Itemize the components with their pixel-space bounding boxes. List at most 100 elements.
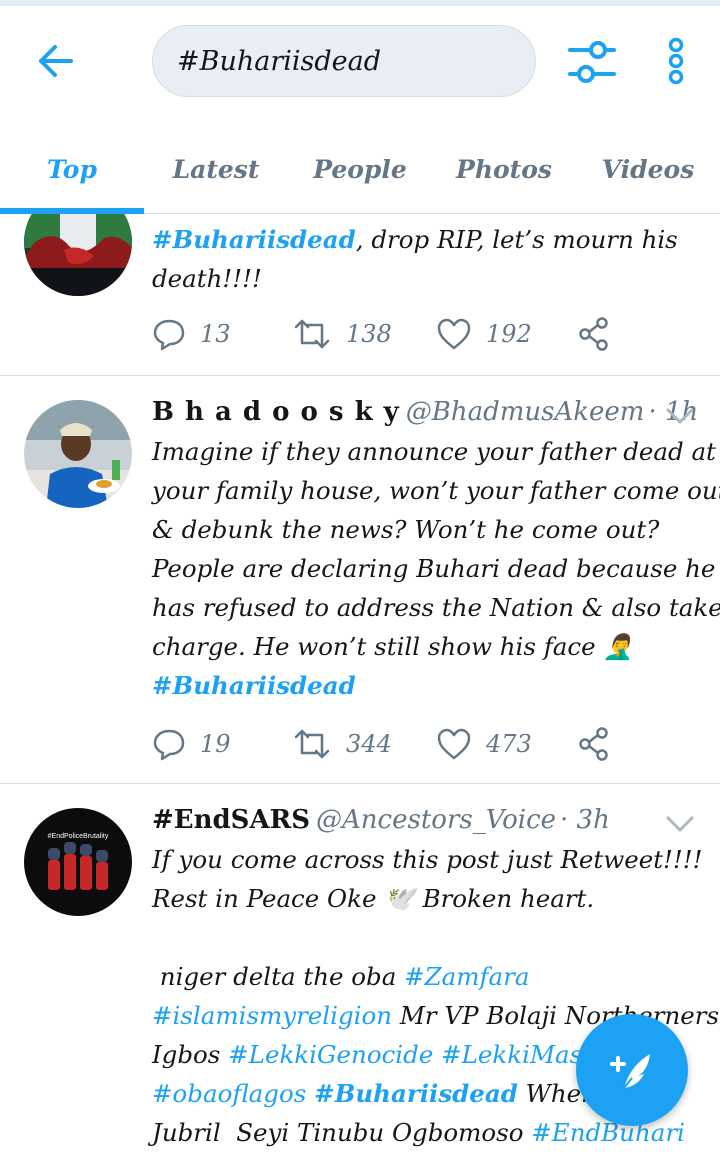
tweet-text-segment: Imagine if they announce your father dea… bbox=[152, 437, 716, 466]
tweet-text-line: People are declaring Buhari dead because… bbox=[152, 549, 715, 588]
tweet-text-line: & debunk the news? Won’t he come out? bbox=[152, 510, 702, 549]
share-icon bbox=[579, 317, 608, 351]
hashtag-link[interactable]: #islamismyreligion bbox=[152, 1001, 392, 1030]
tab-people[interactable]: People bbox=[288, 124, 432, 214]
chevron-down-icon bbox=[666, 408, 694, 424]
compose-tweet-button[interactable] bbox=[576, 1014, 688, 1126]
tab-top[interactable]: Top bbox=[0, 124, 144, 214]
reply-button[interactable]: 13 bbox=[152, 312, 231, 356]
tweet-text-segment bbox=[433, 1040, 441, 1069]
tweet-text-segment: your family house, won’t your father com… bbox=[152, 476, 720, 505]
tweet-actions: 13 138 192 bbox=[152, 312, 622, 356]
tweet-menu-button[interactable] bbox=[664, 812, 696, 836]
tweet-text-line: niger delta the oba #Zamfara bbox=[152, 957, 702, 996]
avatar-caption: #EndPoliceBrutality bbox=[48, 833, 109, 840]
avatar[interactable] bbox=[24, 400, 132, 508]
hashtag-link[interactable]: #Buhariisdead bbox=[152, 225, 356, 254]
retweet-count: 344 bbox=[346, 730, 392, 758]
tweet-time: · 3h bbox=[560, 805, 610, 835]
search-filter-button[interactable] bbox=[566, 38, 618, 86]
tweet-text-line: Rest in Peace Oke 🕊️ Broken heart. bbox=[152, 879, 702, 918]
display-name[interactable]: #EndSARS bbox=[152, 805, 310, 835]
retweet-icon bbox=[294, 729, 330, 759]
status-strip bbox=[0, 0, 720, 6]
tweet-text-segment: Rest in Peace Oke 🕊️ Broken heart. bbox=[152, 884, 595, 913]
user-handle[interactable]: @BhadmusAkeem bbox=[406, 397, 645, 427]
retweet-button[interactable]: 344 bbox=[292, 722, 392, 766]
tweet-text: Imagine if they announce your father dea… bbox=[152, 432, 720, 705]
like-count: 192 bbox=[486, 320, 532, 348]
tweet-text-segment: niger delta the oba bbox=[152, 962, 405, 991]
tweet-text-segment bbox=[152, 923, 160, 952]
tweet-text-line: #Buhariisdead, drop RIP, let’s mourn his bbox=[152, 220, 702, 259]
search-input[interactable] bbox=[177, 45, 517, 77]
tweet-header: #EndSARS @Ancestors_Voice · 3h bbox=[152, 800, 610, 840]
overflow-menu-button[interactable] bbox=[658, 36, 694, 88]
share-button[interactable] bbox=[578, 722, 624, 766]
tab-videos[interactable]: Videos bbox=[576, 124, 720, 214]
hashtag-link[interactable]: #Zamfara bbox=[404, 962, 529, 991]
tweet-item[interactable]: B h a d o o s k y @BhadmusAkeem · 1h Ima… bbox=[0, 376, 720, 784]
top-app-bar bbox=[0, 0, 720, 124]
reply-button[interactable]: 19 bbox=[152, 722, 231, 766]
back-arrow-icon bbox=[39, 45, 73, 77]
tweet-text-line: has refused to address the Nation & also… bbox=[152, 588, 720, 627]
like-button[interactable]: 473 bbox=[436, 722, 532, 766]
tweet-header: B h a d o o s k y @BhadmusAkeem · 1h bbox=[152, 392, 698, 432]
tweet-text-segment: Mr VP Bolaji Northerners bbox=[392, 1001, 720, 1030]
hashtag-link[interactable]: #Buhariisdead bbox=[314, 1079, 518, 1108]
hashtag-link[interactable]: #Buhariisdead bbox=[152, 671, 356, 700]
tweet-menu-button[interactable] bbox=[664, 404, 696, 428]
tweet-text-line: #Buhariisdead bbox=[152, 666, 702, 705]
tweet-text: #Buhariisdead, drop RIP, let’s mourn his… bbox=[152, 220, 702, 298]
hashtag-link[interactable]: #LekkiGenocide bbox=[228, 1040, 433, 1069]
tweet-text-segment: If you come across this post just Retwee… bbox=[152, 845, 703, 874]
hashtag-link[interactable]: #EndBuhari bbox=[531, 1118, 685, 1147]
display-name[interactable]: B h a d o o s k y bbox=[152, 397, 400, 427]
tweet-text-line: charge. He won’t still show his face 🤦‍♂… bbox=[152, 627, 702, 666]
tweet-text-segment: Jubril Seyi Tinubu Ogbomoso bbox=[152, 1118, 532, 1147]
retweet-icon bbox=[294, 319, 330, 349]
like-button[interactable]: 192 bbox=[436, 312, 532, 356]
filter-sliders-icon bbox=[568, 41, 616, 83]
tweet-text-segment: charge. He won’t still show his face 🤦‍♂… bbox=[152, 632, 634, 661]
compose-tweet-icon bbox=[610, 1054, 650, 1089]
tweet-text-line: Imagine if they announce your father dea… bbox=[152, 432, 716, 471]
tweet-text-segment: & debunk the news? Won’t he come out? bbox=[152, 515, 660, 544]
tweet-item[interactable]: #Buhariisdead, drop RIP, let’s mourn his… bbox=[0, 214, 720, 376]
like-icon bbox=[437, 728, 471, 760]
reply-icon bbox=[153, 729, 185, 761]
back-button[interactable] bbox=[30, 38, 80, 84]
tab-latest[interactable]: Latest bbox=[144, 124, 288, 214]
tweet-text-line: your family house, won’t your father com… bbox=[152, 471, 720, 510]
tweet-text-segment: , drop RIP, let’s mourn his bbox=[355, 225, 678, 254]
tweet-text-segment bbox=[306, 1079, 314, 1108]
like-count: 473 bbox=[486, 730, 532, 758]
tweet-text-segment: death!!!! bbox=[152, 264, 262, 293]
reply-count: 13 bbox=[200, 320, 231, 348]
tweet-feed[interactable]: #Buhariisdead, drop RIP, let’s mourn his… bbox=[0, 214, 720, 1156]
search-tabs: Top Latest People Photos Videos bbox=[0, 124, 720, 214]
tweet-text-segment: People are declaring Buhari dead because… bbox=[152, 554, 716, 583]
like-icon bbox=[437, 318, 471, 350]
tweet-text-line: death!!!! bbox=[152, 259, 702, 298]
retweet-button[interactable]: 138 bbox=[292, 312, 392, 356]
tab-photos[interactable]: Photos bbox=[432, 124, 576, 214]
user-handle[interactable]: @Ancestors_Voice bbox=[316, 805, 556, 835]
chevron-down-icon bbox=[666, 816, 694, 832]
reply-count: 19 bbox=[200, 730, 231, 758]
reply-icon bbox=[153, 319, 185, 351]
search-field[interactable] bbox=[152, 25, 536, 97]
avatar[interactable] bbox=[24, 214, 132, 296]
share-button[interactable] bbox=[578, 312, 624, 356]
hashtag-link[interactable]: #obaoflagos bbox=[152, 1079, 306, 1108]
tweet-text-line: If you come across this post just Retwee… bbox=[152, 840, 702, 879]
share-icon bbox=[579, 727, 608, 761]
tweet-text-segment: Igbos bbox=[152, 1040, 229, 1069]
retweet-count: 138 bbox=[346, 320, 392, 348]
avatar[interactable]: #EndPoliceBrutality bbox=[24, 808, 132, 916]
tweet-actions: 19 344 473 bbox=[152, 722, 622, 766]
tweet-text-line bbox=[152, 918, 702, 957]
overflow-menu-icon bbox=[668, 37, 684, 85]
tweet-text-segment: has refused to address the Nation & also… bbox=[152, 593, 720, 622]
